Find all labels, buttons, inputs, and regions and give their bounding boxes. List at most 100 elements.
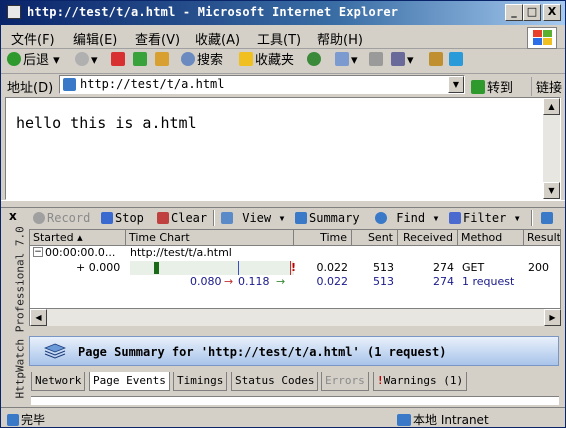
title-bar[interactable]: http://test/t/a.html - Microsoft Interne… [1,1,565,25]
minimize-button[interactable]: _ [505,4,523,21]
tab-status-codes[interactable]: Status Codes [231,372,319,391]
search-icon [181,52,195,66]
address-input[interactable]: http://test/t/a.html ▼ [59,75,465,94]
address-dropdown-button[interactable]: ▼ [448,76,464,93]
page-summary-text: Page Summary for 'http://test/t/a.html' … [78,345,447,359]
tab-errors[interactable]: Errors [321,372,369,391]
tab-warnings[interactable]: !Warnings (1) [373,372,468,391]
entry-method: GET [462,261,485,274]
stop-button[interactable] [111,52,127,70]
mail-button[interactable] [369,52,385,70]
tab-content-area [31,396,559,405]
maximize-button[interactable]: □ [523,4,541,21]
star-icon [239,52,253,66]
col-time-header[interactable]: Time [294,230,352,246]
history-icon [335,52,349,66]
address-value: http://test/t/a.html [80,77,225,91]
status-bar: 完毕 本地 Intranet [1,407,565,428]
ie-window: http://test/t/a.html - Microsoft Interne… [0,0,566,428]
forward-button[interactable]: ▾ [75,52,98,70]
menu-tools[interactable]: 工具(T) [257,29,301,48]
address-bar: 地址(D) http://test/t/a.html ▼ 转到 链接 [1,74,565,96]
tab-timings[interactable]: Timings [173,372,228,391]
total-requests: 1 request [462,275,515,288]
toolbar-separator [531,210,533,226]
page-started: 00:00:00.0... [45,246,116,259]
print-button[interactable]: ▾ [391,52,414,70]
go-arrow-icon [471,80,485,94]
page-icon [7,414,19,426]
stop-record-button[interactable]: Stop [101,210,144,226]
col-result-header[interactable]: Result [524,230,560,246]
intranet-icon [397,414,411,426]
edit-icon [429,52,443,66]
grid-horizontal-scrollbar[interactable]: ◀ ▶ [29,309,561,326]
arrow-icon: → [276,275,286,288]
find-button[interactable]: Find ▾ [375,210,440,226]
summary-button[interactable]: Summary [295,210,360,226]
menu-edit[interactable]: 编辑(E) [73,29,117,48]
total-received: 274 [433,275,454,288]
stop-square-icon [101,212,113,224]
tab-network[interactable]: Network [31,372,86,391]
total-dom-time: 0.080 [190,275,222,288]
httpwatch-title-vertical: HttpWatch Professional 7.0 [13,226,27,399]
entry-sent: 513 [373,261,394,274]
refresh-icon [133,52,147,66]
col-method-header[interactable]: Method [458,230,524,246]
home-icon [155,52,169,66]
scroll-up-button[interactable]: ▲ [543,98,560,115]
time-chart-cell: ! [130,261,296,275]
col-started-header[interactable]: Started ▴ [30,230,126,246]
menu-view[interactable]: 查看(V) [135,29,180,48]
summary-icon [295,212,307,224]
menu-favorites[interactable]: 收藏(A) [195,29,240,48]
collapse-toggle[interactable]: − [33,247,43,257]
favorites-button[interactable]: 收藏夹 [239,52,294,70]
record-button[interactable]: Record [33,210,90,226]
total-load-time: 0.118 [238,275,270,288]
scroll-down-button[interactable]: ▼ [543,182,560,199]
httpwatch-request-grid: Started ▴ Time Chart Time Sent Received … [29,229,561,309]
arrow-icon: → [224,275,234,288]
messenger-button[interactable] [449,52,465,70]
menu-help[interactable]: 帮助(H) [317,29,363,48]
edit-button[interactable] [429,52,445,70]
go-button[interactable]: 转到 [471,77,513,96]
scroll-left-button[interactable]: ◀ [30,309,47,326]
view-button[interactable]: View ▾ [221,210,286,226]
media-button[interactable] [307,52,323,70]
httpwatch-close-button[interactable]: x [9,209,17,223]
content-vertical-scrollbar[interactable]: ▲ ▼ [543,98,560,199]
clear-button[interactable]: Clear [157,210,207,226]
col-sent-header[interactable]: Sent [352,230,398,246]
status-done: 完毕 [7,411,45,428]
col-received-header[interactable]: Received [398,230,458,246]
more-button[interactable] [541,210,555,226]
page-icon [63,78,76,91]
page-url: http://test/t/a.html [130,246,232,259]
search-button[interactable]: 搜索 [181,52,223,70]
refresh-button[interactable] [133,52,149,70]
page-summary-bar[interactable]: Page Summary for 'http://test/t/a.html' … [29,336,559,366]
history-button[interactable]: ▾ [335,52,358,70]
forward-arrow-icon [75,52,89,66]
scroll-right-button[interactable]: ▶ [544,309,561,326]
close-button[interactable]: X [543,4,561,21]
menu-file[interactable]: 文件(F) [11,29,55,48]
total-sent: 513 [373,275,394,288]
menu-bar: 文件(F) 编辑(E) 查看(V) 收藏(A) 工具(T) 帮助(H) [1,26,565,49]
page-content: hello this is a.html ▲ ▼ [5,97,561,200]
home-button[interactable] [155,52,171,70]
address-label: 地址(D) [7,81,54,96]
detail-tabs: Network Page Events Timings Status Codes… [31,372,559,392]
links-button[interactable]: 链接 [531,77,562,96]
back-button[interactable]: 后退 ▾ [7,52,60,70]
page-text: hello this is a.html [16,114,197,132]
mail-icon [369,52,383,66]
col-timechart-header[interactable]: Time Chart [126,230,294,246]
filter-button[interactable]: Filter ▾ [449,210,521,226]
tab-page-events[interactable]: Page Events [89,372,170,391]
media-icon [307,52,321,66]
toolbar-separator [213,210,215,226]
